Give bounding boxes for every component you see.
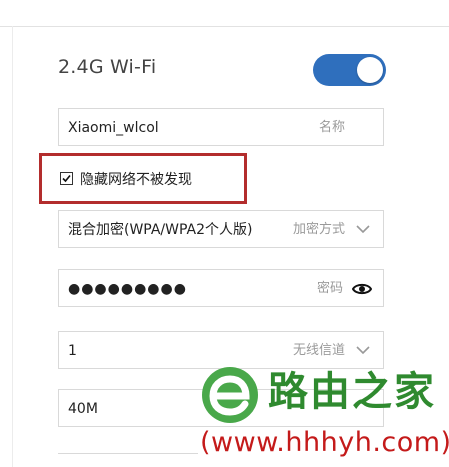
watermark-url: (www.hhhyh.com)	[200, 427, 449, 458]
toggle-knob	[357, 57, 383, 83]
eye-icon[interactable]	[352, 280, 372, 298]
channel-value: 1	[68, 343, 77, 359]
hide-network-label: 隐藏网络不被发现	[80, 172, 192, 188]
hide-network-checkbox[interactable]	[60, 172, 73, 185]
wifi-name-field[interactable]: Xiaomi_wlcol 名称	[58, 108, 384, 146]
encryption-label: 加密方式	[292, 222, 345, 237]
wifi-name-value: Xiaomi_wlcol	[68, 120, 159, 136]
e-logo-icon	[202, 367, 258, 423]
password-label: 密码	[316, 281, 343, 296]
wifi-toggle[interactable]	[313, 54, 386, 86]
encryption-select[interactable]: 混合加密(WPA/WPA2个人版) 加密方式	[58, 210, 384, 248]
password-value: ●●●●●●●●●	[68, 281, 187, 297]
channel-select[interactable]: 1 无线信道	[58, 331, 384, 369]
chevron-down-icon	[356, 225, 370, 234]
channel-label: 无线信道	[292, 343, 345, 358]
top-divider	[0, 26, 449, 27]
bandwidth-value: 40M	[68, 401, 98, 417]
password-field[interactable]: ●●●●●●●●● 密码	[58, 269, 384, 307]
checkmark-icon	[62, 174, 71, 183]
left-divider	[12, 26, 13, 467]
bottom-divider	[58, 453, 198, 454]
wifi-name-label: 名称	[318, 120, 345, 135]
watermark-site-name: 路由之家	[268, 369, 436, 415]
encryption-value: 混合加密(WPA/WPA2个人版)	[68, 222, 253, 238]
chevron-down-icon	[356, 346, 370, 355]
wifi-title: 2.4G Wi-Fi	[58, 56, 157, 78]
